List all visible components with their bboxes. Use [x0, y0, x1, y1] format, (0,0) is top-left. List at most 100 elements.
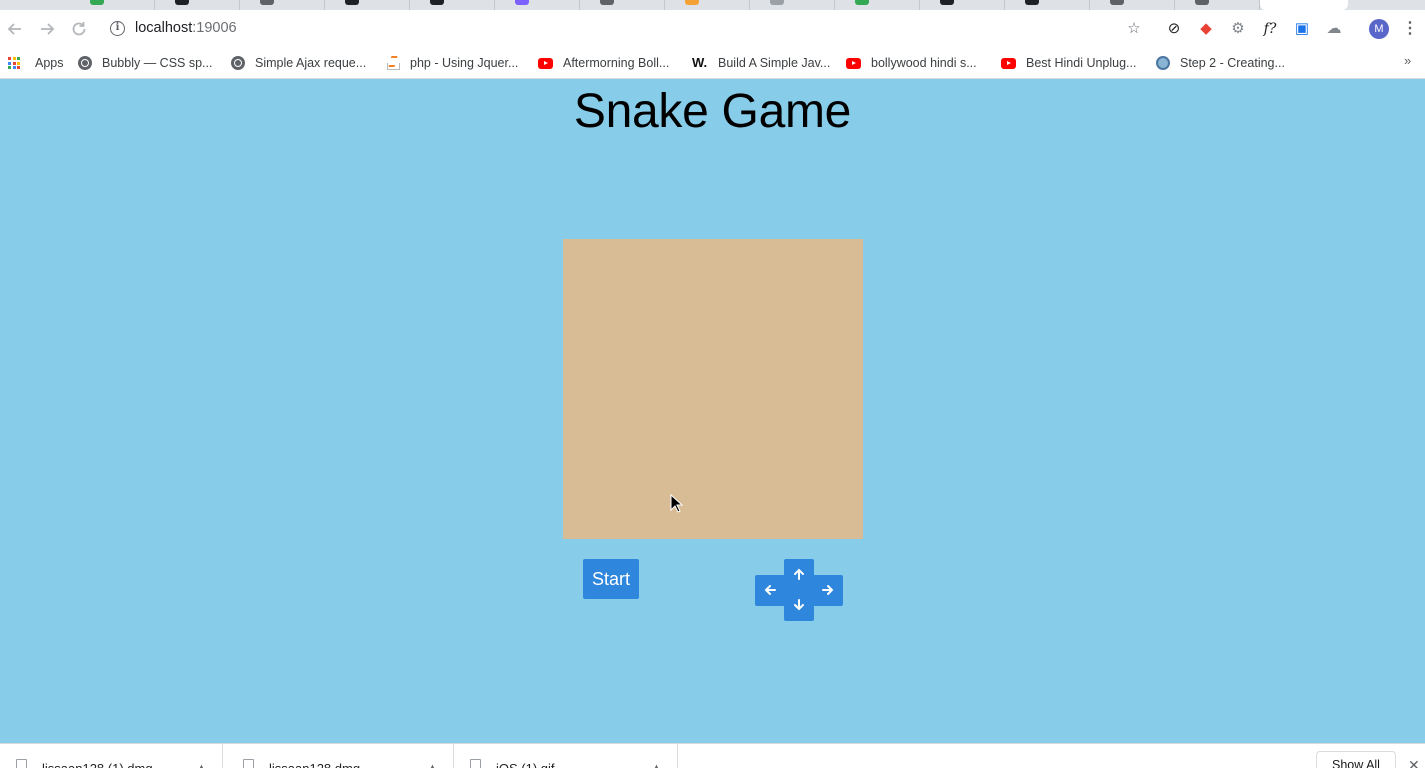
chevron-up-icon[interactable]: ▲ [197, 762, 206, 768]
download-item[interactable]: iOS (1).gif ▲ [454, 744, 678, 768]
bookmark-item[interactable]: Step 2 - Creating... [1156, 53, 1285, 73]
bookmark-item[interactable]: php - Using Jquer... [386, 53, 518, 73]
gear-extension-icon[interactable]: ⚙ [1228, 19, 1248, 39]
browser-tab[interactable] [1175, 0, 1260, 10]
active-tab[interactable] [1260, 0, 1348, 10]
close-icon[interactable]: ✕ [1408, 757, 1420, 768]
tab-favicon-icon [175, 0, 189, 5]
star-icon[interactable]: ☆ [1124, 19, 1144, 39]
tab-manager-icon[interactable]: ▣ [1292, 19, 1312, 39]
browser-tab[interactable] [665, 0, 750, 10]
youtube-icon [1001, 57, 1016, 69]
tab-favicon-icon [1025, 0, 1039, 5]
youtube-icon [538, 57, 553, 69]
file-icon [16, 759, 27, 768]
bookmark-item[interactable]: Bubbly — CSS sp... [78, 53, 212, 73]
tab-strip [0, 0, 1425, 10]
globe-icon [78, 56, 92, 70]
bookmark-apps[interactable]: Apps [8, 53, 64, 73]
tab-favicon-icon [940, 0, 954, 5]
download-shelf: lissaan128 (1).dmg▲lissaan128.dmg▲iOS (1… [0, 743, 1425, 768]
bookmark-item[interactable]: Simple Ajax reque... [231, 53, 366, 73]
show-all-downloads-button[interactable]: Show All [1316, 751, 1396, 768]
browser-tab[interactable] [580, 0, 665, 10]
bookmark-label: php - Using Jquer... [410, 56, 519, 70]
page-title: Snake Game [573, 85, 852, 138]
game-board[interactable] [563, 239, 863, 539]
browser-tab[interactable] [920, 0, 1005, 10]
browser-toolbar: i localhost:19006 ☆ ⊘ ◆ ⚙ f? ▣ ☁ M ⋮ [0, 10, 1425, 48]
chevron-up-icon[interactable]: ▲ [652, 762, 661, 768]
tab-favicon-icon [770, 0, 784, 5]
stackoverflow-icon [386, 56, 400, 70]
apps-grid-icon [8, 57, 20, 69]
bookmark-label: Simple Ajax reque... [255, 56, 367, 70]
tab-favicon-icon [515, 0, 529, 5]
tab-favicon-icon [430, 0, 444, 5]
download-filename: iOS (1).gif [496, 761, 555, 768]
bookmark-item[interactable]: Aftermorning Boll... [538, 53, 669, 73]
colorzilla-icon[interactable]: ◆ [1196, 19, 1216, 39]
bookmark-label: Step 2 - Creating... [1180, 56, 1285, 70]
browser-tab[interactable] [155, 0, 240, 10]
globe-icon [231, 56, 245, 70]
up-arrow-button[interactable] [784, 559, 814, 590]
browser-tab[interactable] [835, 0, 920, 10]
tab-favicon-icon [1195, 0, 1209, 5]
url-port: :19006 [192, 20, 237, 36]
browser-tab[interactable] [495, 0, 580, 10]
bookmark-label: Aftermorning Boll... [563, 56, 670, 70]
browser-tab[interactable] [240, 0, 325, 10]
left-arrow-button[interactable] [755, 575, 785, 606]
download-filename: lissaan128 (1).dmg [42, 761, 153, 768]
mouse-cursor-icon [670, 494, 684, 513]
url-host: localhost [135, 20, 193, 36]
browser-menu-icon[interactable]: ⋮ [1402, 19, 1418, 39]
bookmark-label: Bubbly — CSS sp... [102, 56, 213, 70]
youtube-icon [846, 57, 861, 69]
w-logo-icon: W. [692, 55, 708, 70]
grammarly-icon[interactable]: ⊘ [1164, 19, 1184, 39]
arrow-right-icon [822, 585, 834, 595]
forward-button[interactable] [36, 18, 58, 40]
file-icon [470, 759, 481, 768]
download-item[interactable]: lissaan128.dmg ▲ [227, 744, 454, 768]
bookmark-item[interactable]: bollywood hindi s... [846, 53, 977, 73]
bookmark-label: Best Hindi Unplug... [1026, 56, 1137, 70]
start-button[interactable]: Start [583, 559, 639, 599]
bookmark-label: Apps [35, 56, 64, 70]
tab-favicon-icon [1110, 0, 1124, 5]
site-info-icon[interactable]: i [110, 21, 125, 36]
fonts-ninja-icon[interactable]: f? [1260, 19, 1280, 39]
chevron-up-icon[interactable]: ▲ [428, 762, 437, 768]
address-bar[interactable]: localhost:19006 [135, 20, 237, 36]
browser-tab[interactable] [410, 0, 495, 10]
tab-favicon-icon [855, 0, 869, 5]
down-arrow-button[interactable] [784, 590, 814, 621]
tab-favicon-icon [600, 0, 614, 5]
right-arrow-button[interactable] [813, 575, 843, 606]
back-arrow-icon [7, 23, 21, 35]
tab-favicon-icon [260, 0, 274, 5]
forward-arrow-icon [41, 23, 55, 35]
browser-tab[interactable] [1090, 0, 1175, 10]
bookmarks-overflow-icon[interactable]: » [1404, 53, 1411, 68]
arrow-left-icon [764, 585, 776, 595]
step-icon [1156, 56, 1170, 70]
bookmark-item[interactable]: W. Build A Simple Jav... [692, 53, 830, 73]
browser-tab[interactable] [750, 0, 835, 10]
bookmarks-bar: Apps Bubbly — CSS sp... Simple Ajax reque… [0, 48, 1425, 79]
reload-icon [72, 22, 86, 36]
arrow-down-icon [794, 599, 804, 611]
browser-tab[interactable] [325, 0, 410, 10]
download-filename: lissaan128.dmg [269, 761, 360, 768]
browser-tab[interactable] [1005, 0, 1090, 10]
browser-tab[interactable] [70, 0, 155, 10]
download-item[interactable]: lissaan128 (1).dmg ▲ [0, 744, 223, 768]
back-button[interactable] [4, 18, 26, 40]
profile-avatar[interactable]: M [1369, 19, 1389, 39]
bookmark-item[interactable]: Best Hindi Unplug... [1001, 53, 1136, 73]
tab-favicon-icon [685, 0, 699, 5]
reload-button[interactable] [68, 18, 90, 40]
cloud-icon[interactable]: ☁ [1324, 19, 1344, 39]
